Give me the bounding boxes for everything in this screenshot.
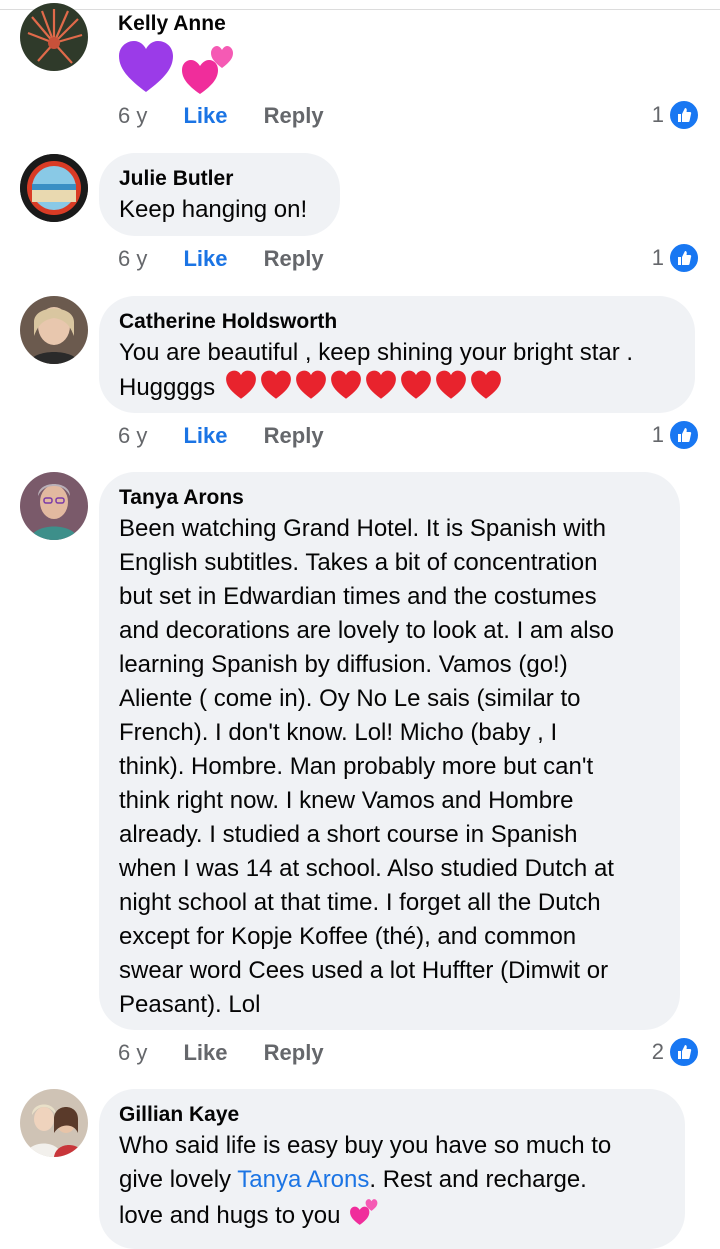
like-button[interactable]: Like bbox=[183, 423, 227, 448]
comment-bubble: Catherine Holdsworth You are beautiful ,… bbox=[99, 296, 695, 413]
reply-button[interactable]: Reply bbox=[264, 423, 324, 448]
comment-line: learning Spanish by diffusion. Vamos (go… bbox=[119, 651, 568, 678]
thumbs-up-icon bbox=[668, 99, 700, 131]
red-hearts bbox=[222, 370, 502, 401]
mention-link[interactable]: Tanya Arons bbox=[237, 1166, 369, 1193]
reaction-count: 2 bbox=[651, 1039, 664, 1064]
comment-actions: 6 y Like Reply bbox=[118, 246, 354, 272]
two-hearts-icon bbox=[182, 46, 233, 94]
avatar[interactable] bbox=[20, 154, 88, 222]
reaction-summary[interactable]: 2 bbox=[652, 1036, 700, 1068]
comment-line: swear word Cees used a lot Huffter (Dimw… bbox=[119, 957, 609, 984]
comment-text: You are beautiful , keep shining your br… bbox=[119, 339, 634, 366]
reply-button[interactable]: Reply bbox=[264, 246, 324, 271]
comment-author[interactable]: Kelly Anne bbox=[118, 12, 226, 36]
comment-actions: 6 y Like Reply bbox=[118, 423, 354, 449]
thumbs-up-icon bbox=[668, 419, 700, 451]
comment-line: except for Kopje Koffee (thé), and commo… bbox=[119, 923, 577, 950]
comment-line: already. I studied a short course in Spa… bbox=[119, 821, 578, 848]
comment-line: French). I don't know. Lol! Micho (baby … bbox=[119, 719, 558, 746]
comment-author[interactable]: Gillian Kaye bbox=[119, 1103, 665, 1127]
comment-actions: 6 y Like Reply bbox=[118, 103, 354, 129]
comment-line: English subtitles. Takes a bit of concen… bbox=[119, 549, 598, 576]
reaction-summary[interactable]: 1 bbox=[652, 419, 700, 451]
comment-line-text: . Rest and recharge. bbox=[369, 1166, 587, 1193]
reaction-summary[interactable]: 1 bbox=[652, 99, 700, 131]
comment-line: night school at that time. I forget all … bbox=[119, 889, 601, 916]
reaction-count: 1 bbox=[651, 422, 664, 447]
avatar[interactable] bbox=[20, 1089, 88, 1157]
red-heart-icon bbox=[365, 370, 396, 399]
comment-line: think). Hombre. Man probably more but ca… bbox=[119, 753, 594, 780]
thumbs-up-icon bbox=[668, 1036, 700, 1068]
red-heart-icon bbox=[330, 370, 361, 399]
comment-line: and decorations are lovely to look at. I… bbox=[119, 617, 614, 644]
comment-line: love and hugs to you bbox=[119, 1197, 665, 1233]
comment-line-text: love and hugs to you bbox=[119, 1202, 348, 1229]
like-button[interactable]: Like bbox=[183, 103, 227, 128]
reaction-summary[interactable]: 1 bbox=[652, 242, 700, 274]
comment-bubble: Julie Butler Keep hanging on! bbox=[99, 153, 340, 236]
comment-bubble: Tanya Arons Been watching Grand Hotel. I… bbox=[99, 472, 680, 1030]
like-button[interactable]: Like bbox=[183, 246, 227, 271]
thumbs-up-icon bbox=[668, 242, 700, 274]
comment-author[interactable]: Julie Butler bbox=[119, 167, 320, 191]
comment-line: but set in Edwardian times and the costu… bbox=[119, 583, 597, 610]
comment-author[interactable]: Catherine Holdsworth bbox=[119, 310, 675, 334]
red-heart-icon bbox=[400, 370, 431, 399]
purple-heart-icon bbox=[119, 41, 173, 92]
avatar[interactable] bbox=[20, 3, 88, 71]
comment-line: Peasant). Lol bbox=[119, 991, 261, 1018]
red-heart-icon bbox=[260, 370, 291, 399]
red-heart-icon bbox=[225, 370, 256, 399]
comment-time[interactable]: 6 y bbox=[118, 246, 147, 271]
comment-text: Who said life is easy buy you have so mu… bbox=[119, 1129, 665, 1233]
comment-author[interactable]: Tanya Arons bbox=[119, 486, 660, 510]
red-heart-icon bbox=[435, 370, 466, 399]
reaction-count: 1 bbox=[651, 245, 664, 270]
comment-line: Aliente ( come in). Oy No Le sais (simil… bbox=[119, 685, 581, 712]
comment-time[interactable]: 6 y bbox=[118, 423, 147, 448]
reaction-count: 1 bbox=[651, 102, 664, 127]
comment-line: when I was 14 at school. Also studied Du… bbox=[119, 855, 614, 882]
comment-text-hugs: Huggggs bbox=[119, 374, 216, 401]
two-hearts-icon bbox=[350, 1199, 378, 1225]
reply-button[interactable]: Reply bbox=[264, 103, 324, 128]
comment-time[interactable]: 6 y bbox=[118, 1040, 147, 1065]
comment-time[interactable]: 6 y bbox=[118, 103, 147, 128]
comment-line: think right now. I knew Vamos and Hombre bbox=[119, 787, 574, 814]
top-divider bbox=[0, 9, 720, 10]
red-heart-icon bbox=[470, 370, 501, 399]
comment-actions: 6 y Like Reply bbox=[118, 1040, 354, 1066]
comment-text-line2: Huggggs bbox=[119, 370, 675, 405]
comment-line: Who said life is easy buy you have so mu… bbox=[119, 1132, 612, 1159]
reply-button[interactable]: Reply bbox=[264, 1040, 324, 1065]
comment-text: Keep hanging on! bbox=[119, 196, 308, 223]
avatar[interactable] bbox=[20, 296, 88, 364]
comment-text: Been watching Grand Hotel. It is Spanish… bbox=[119, 512, 660, 1022]
comment-line: give lovely Tanya Arons. Rest and rechar… bbox=[119, 1163, 665, 1197]
like-button[interactable]: Like bbox=[183, 1040, 227, 1065]
comment-line-text: give lovely bbox=[119, 1166, 238, 1193]
comment-bubble: Gillian Kaye Who said life is easy buy y… bbox=[99, 1089, 685, 1249]
comment-line: Been watching Grand Hotel. It is Spanish… bbox=[119, 515, 606, 542]
avatar[interactable] bbox=[20, 472, 88, 540]
red-heart-icon bbox=[295, 370, 326, 399]
